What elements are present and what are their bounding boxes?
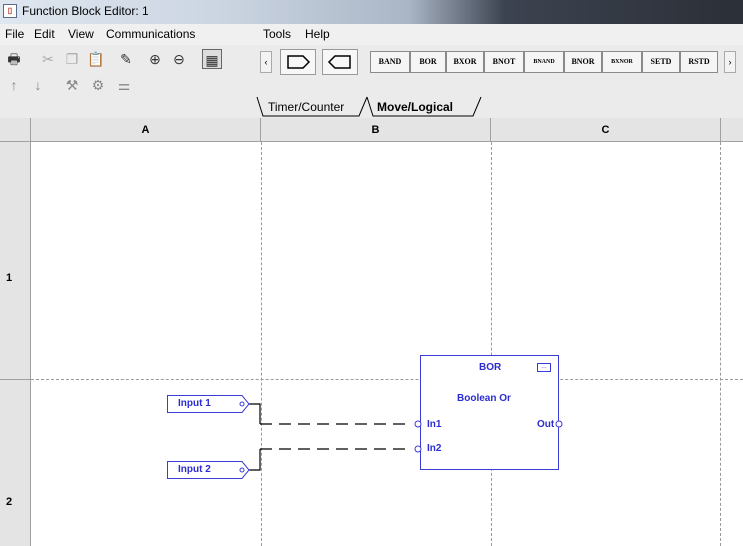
input-2-label: Input 2: [178, 464, 211, 475]
bor-function-block[interactable]: BOR … Boolean Or In1 In2 Out: [420, 355, 559, 470]
wire-layer: [249, 403, 412, 471]
pin-in1-connector-icon[interactable]: [410, 418, 424, 430]
input-1-label: Input 1: [178, 398, 211, 409]
block-menu-icon[interactable]: …: [537, 363, 551, 372]
pin-in2-connector-icon[interactable]: [410, 443, 424, 455]
pin-out-label: Out: [537, 419, 555, 430]
pin-in1-label: In1: [427, 419, 442, 430]
input-1-tag[interactable]: Input 1: [167, 395, 235, 413]
pin-out-connector-icon[interactable]: [554, 418, 566, 430]
input-2-tag[interactable]: Input 2: [167, 461, 235, 479]
input-1-connector-icon: [234, 395, 250, 413]
wire-input1-stub: [249, 403, 261, 424]
block-description: Boolean Or: [457, 393, 511, 404]
input-2-connector-icon: [234, 461, 250, 479]
block-name: BOR: [479, 362, 502, 373]
pin-in2-label: In2: [427, 443, 442, 454]
wire-input2-stub: [249, 449, 261, 471]
